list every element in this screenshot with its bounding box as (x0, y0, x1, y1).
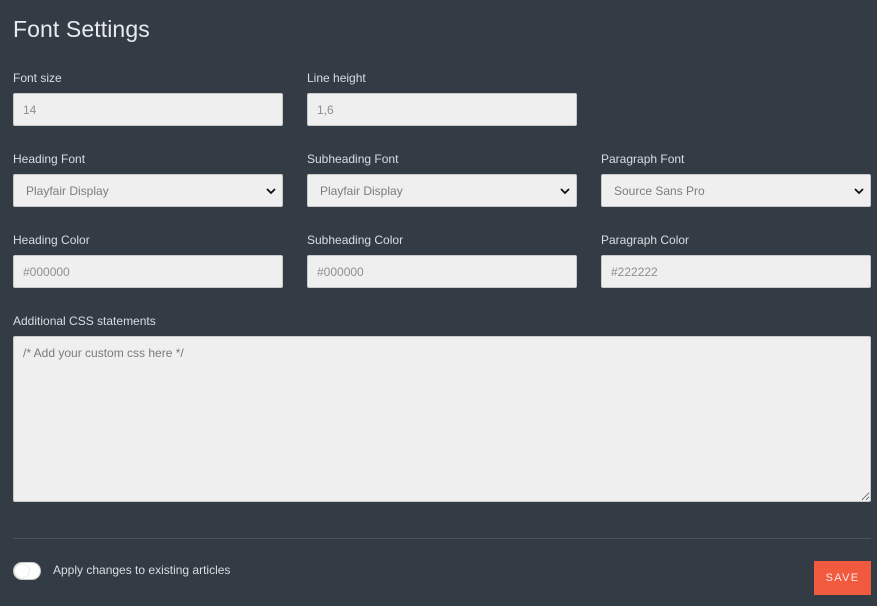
line-height-input[interactable] (307, 93, 577, 126)
heading-color-input[interactable] (13, 255, 283, 288)
subheading-color-label: Subheading Color (307, 233, 404, 247)
heading-font-select[interactable]: Playfair Display (13, 174, 283, 207)
toggle-knob (15, 564, 29, 578)
chevron-down-icon (560, 188, 570, 195)
apply-changes-label: Apply changes to existing articles (53, 563, 231, 577)
heading-font-label: Heading Font (13, 152, 86, 166)
subheading-font-value: Playfair Display (320, 183, 403, 198)
save-button[interactable]: SAVE (814, 561, 871, 595)
font-size-label: Font size (13, 71, 62, 85)
heading-color-label: Heading Color (13, 233, 90, 247)
paragraph-color-label: Paragraph Color (601, 233, 690, 247)
chevron-down-icon (266, 188, 276, 195)
font-size-input[interactable] (13, 93, 283, 126)
paragraph-font-label: Paragraph Font (601, 152, 685, 166)
paragraph-color-input[interactable] (601, 255, 871, 288)
chevron-down-icon (854, 188, 864, 195)
subheading-color-input[interactable] (307, 255, 577, 288)
divider (13, 538, 871, 539)
line-height-label: Line height (307, 71, 366, 85)
subheading-font-label: Subheading Font (307, 152, 399, 166)
additional-css-label: Additional CSS statements (13, 314, 156, 328)
heading-font-value: Playfair Display (26, 183, 109, 198)
additional-css-textarea[interactable] (13, 336, 871, 502)
subheading-font-select[interactable]: Playfair Display (307, 174, 577, 207)
paragraph-font-select[interactable]: Source Sans Pro (601, 174, 871, 207)
paragraph-font-value: Source Sans Pro (614, 183, 705, 198)
apply-changes-toggle[interactable] (13, 562, 41, 580)
page-title: Font Settings (13, 16, 150, 42)
